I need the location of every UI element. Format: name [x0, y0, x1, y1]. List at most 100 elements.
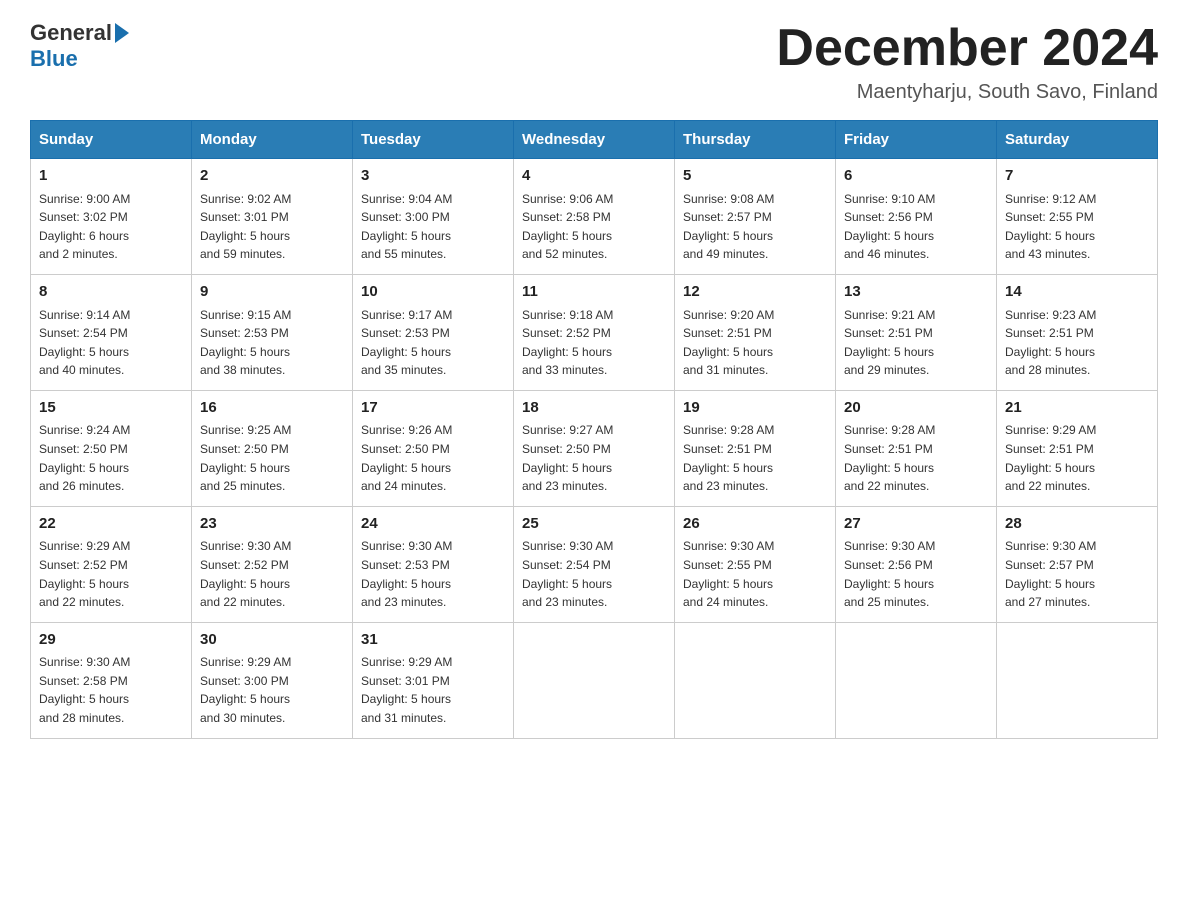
day-info: Sunrise: 9:30 AMSunset: 2:55 PMDaylight:…	[683, 537, 827, 611]
logo-arrow-icon	[115, 23, 129, 43]
day-number: 27	[844, 513, 988, 536]
day-info: Sunrise: 9:30 AMSunset: 2:57 PMDaylight:…	[1005, 537, 1149, 611]
day-number: 13	[844, 281, 988, 304]
day-info: Sunrise: 9:27 AMSunset: 2:50 PMDaylight:…	[522, 421, 666, 495]
calendar-day-cell: 22Sunrise: 9:29 AMSunset: 2:52 PMDayligh…	[31, 506, 192, 622]
day-info: Sunrise: 9:04 AMSunset: 3:00 PMDaylight:…	[361, 190, 505, 264]
location-text: Maentyharju, South Savo, Finland	[776, 81, 1158, 104]
day-number: 19	[683, 397, 827, 420]
calendar-day-cell: 27Sunrise: 9:30 AMSunset: 2:56 PMDayligh…	[836, 506, 997, 622]
day-number: 15	[39, 397, 183, 420]
day-number: 11	[522, 281, 666, 304]
calendar-day-cell: 11Sunrise: 9:18 AMSunset: 2:52 PMDayligh…	[514, 275, 675, 391]
day-number: 25	[522, 513, 666, 536]
calendar-day-cell: 1Sunrise: 9:00 AMSunset: 3:02 PMDaylight…	[31, 159, 192, 275]
day-number: 22	[39, 513, 183, 536]
day-number: 4	[522, 165, 666, 188]
calendar-day-cell: 31Sunrise: 9:29 AMSunset: 3:01 PMDayligh…	[353, 622, 514, 738]
calendar-day-cell	[514, 622, 675, 738]
day-info: Sunrise: 9:02 AMSunset: 3:01 PMDaylight:…	[200, 190, 344, 264]
day-info: Sunrise: 9:14 AMSunset: 2:54 PMDaylight:…	[39, 306, 183, 380]
day-info: Sunrise: 9:23 AMSunset: 2:51 PMDaylight:…	[1005, 306, 1149, 380]
day-info: Sunrise: 9:17 AMSunset: 2:53 PMDaylight:…	[361, 306, 505, 380]
calendar-day-cell: 25Sunrise: 9:30 AMSunset: 2:54 PMDayligh…	[514, 506, 675, 622]
logo: General Blue	[30, 20, 132, 72]
calendar-week-row: 29Sunrise: 9:30 AMSunset: 2:58 PMDayligh…	[31, 622, 1158, 738]
page-header: General Blue December 2024 Maentyharju, …	[30, 20, 1158, 104]
calendar-day-cell: 24Sunrise: 9:30 AMSunset: 2:53 PMDayligh…	[353, 506, 514, 622]
calendar-day-cell: 12Sunrise: 9:20 AMSunset: 2:51 PMDayligh…	[675, 275, 836, 391]
calendar-day-cell: 29Sunrise: 9:30 AMSunset: 2:58 PMDayligh…	[31, 622, 192, 738]
title-section: December 2024 Maentyharju, South Savo, F…	[776, 20, 1158, 104]
logo-blue-text: Blue	[30, 46, 78, 72]
day-info: Sunrise: 9:21 AMSunset: 2:51 PMDaylight:…	[844, 306, 988, 380]
day-number: 30	[200, 629, 344, 652]
day-number: 17	[361, 397, 505, 420]
calendar-day-cell: 10Sunrise: 9:17 AMSunset: 2:53 PMDayligh…	[353, 275, 514, 391]
weekday-header-saturday: Saturday	[997, 121, 1158, 159]
calendar-week-row: 22Sunrise: 9:29 AMSunset: 2:52 PMDayligh…	[31, 506, 1158, 622]
day-info: Sunrise: 9:18 AMSunset: 2:52 PMDaylight:…	[522, 306, 666, 380]
day-info: Sunrise: 9:25 AMSunset: 2:50 PMDaylight:…	[200, 421, 344, 495]
calendar-day-cell: 30Sunrise: 9:29 AMSunset: 3:00 PMDayligh…	[192, 622, 353, 738]
calendar-day-cell: 14Sunrise: 9:23 AMSunset: 2:51 PMDayligh…	[997, 275, 1158, 391]
day-number: 23	[200, 513, 344, 536]
calendar-day-cell: 23Sunrise: 9:30 AMSunset: 2:52 PMDayligh…	[192, 506, 353, 622]
day-info: Sunrise: 9:30 AMSunset: 2:58 PMDaylight:…	[39, 653, 183, 727]
calendar-day-cell: 20Sunrise: 9:28 AMSunset: 2:51 PMDayligh…	[836, 390, 997, 506]
day-info: Sunrise: 9:30 AMSunset: 2:52 PMDaylight:…	[200, 537, 344, 611]
calendar-day-cell: 28Sunrise: 9:30 AMSunset: 2:57 PMDayligh…	[997, 506, 1158, 622]
day-info: Sunrise: 9:10 AMSunset: 2:56 PMDaylight:…	[844, 190, 988, 264]
day-info: Sunrise: 9:28 AMSunset: 2:51 PMDaylight:…	[683, 421, 827, 495]
weekday-header-sunday: Sunday	[31, 121, 192, 159]
calendar-day-cell: 18Sunrise: 9:27 AMSunset: 2:50 PMDayligh…	[514, 390, 675, 506]
day-info: Sunrise: 9:29 AMSunset: 2:51 PMDaylight:…	[1005, 421, 1149, 495]
weekday-header-thursday: Thursday	[675, 121, 836, 159]
calendar-week-row: 15Sunrise: 9:24 AMSunset: 2:50 PMDayligh…	[31, 390, 1158, 506]
calendar-day-cell: 3Sunrise: 9:04 AMSunset: 3:00 PMDaylight…	[353, 159, 514, 275]
calendar-day-cell: 19Sunrise: 9:28 AMSunset: 2:51 PMDayligh…	[675, 390, 836, 506]
day-info: Sunrise: 9:29 AMSunset: 2:52 PMDaylight:…	[39, 537, 183, 611]
calendar-week-row: 1Sunrise: 9:00 AMSunset: 3:02 PMDaylight…	[31, 159, 1158, 275]
day-info: Sunrise: 9:30 AMSunset: 2:56 PMDaylight:…	[844, 537, 988, 611]
weekday-header-monday: Monday	[192, 121, 353, 159]
day-info: Sunrise: 9:29 AMSunset: 3:00 PMDaylight:…	[200, 653, 344, 727]
day-info: Sunrise: 9:28 AMSunset: 2:51 PMDaylight:…	[844, 421, 988, 495]
day-number: 1	[39, 165, 183, 188]
day-number: 7	[1005, 165, 1149, 188]
calendar-day-cell: 17Sunrise: 9:26 AMSunset: 2:50 PMDayligh…	[353, 390, 514, 506]
calendar-day-cell: 9Sunrise: 9:15 AMSunset: 2:53 PMDaylight…	[192, 275, 353, 391]
day-info: Sunrise: 9:30 AMSunset: 2:54 PMDaylight:…	[522, 537, 666, 611]
day-info: Sunrise: 9:29 AMSunset: 3:01 PMDaylight:…	[361, 653, 505, 727]
calendar-day-cell: 26Sunrise: 9:30 AMSunset: 2:55 PMDayligh…	[675, 506, 836, 622]
calendar-day-cell	[675, 622, 836, 738]
month-title: December 2024	[776, 20, 1158, 77]
day-info: Sunrise: 9:20 AMSunset: 2:51 PMDaylight:…	[683, 306, 827, 380]
weekday-header-friday: Friday	[836, 121, 997, 159]
calendar-day-cell: 21Sunrise: 9:29 AMSunset: 2:51 PMDayligh…	[997, 390, 1158, 506]
day-info: Sunrise: 9:08 AMSunset: 2:57 PMDaylight:…	[683, 190, 827, 264]
day-number: 10	[361, 281, 505, 304]
calendar-day-cell: 2Sunrise: 9:02 AMSunset: 3:01 PMDaylight…	[192, 159, 353, 275]
day-info: Sunrise: 9:30 AMSunset: 2:53 PMDaylight:…	[361, 537, 505, 611]
day-info: Sunrise: 9:12 AMSunset: 2:55 PMDaylight:…	[1005, 190, 1149, 264]
day-number: 20	[844, 397, 988, 420]
day-number: 21	[1005, 397, 1149, 420]
day-number: 6	[844, 165, 988, 188]
day-number: 2	[200, 165, 344, 188]
day-number: 31	[361, 629, 505, 652]
day-number: 3	[361, 165, 505, 188]
calendar-day-cell: 8Sunrise: 9:14 AMSunset: 2:54 PMDaylight…	[31, 275, 192, 391]
calendar-day-cell: 16Sunrise: 9:25 AMSunset: 2:50 PMDayligh…	[192, 390, 353, 506]
logo-general-text: General	[30, 20, 112, 46]
weekday-header-wednesday: Wednesday	[514, 121, 675, 159]
day-number: 12	[683, 281, 827, 304]
weekday-header-tuesday: Tuesday	[353, 121, 514, 159]
day-info: Sunrise: 9:06 AMSunset: 2:58 PMDaylight:…	[522, 190, 666, 264]
day-number: 16	[200, 397, 344, 420]
day-number: 26	[683, 513, 827, 536]
calendar-day-cell	[836, 622, 997, 738]
calendar-day-cell	[997, 622, 1158, 738]
day-number: 9	[200, 281, 344, 304]
calendar-day-cell: 7Sunrise: 9:12 AMSunset: 2:55 PMDaylight…	[997, 159, 1158, 275]
